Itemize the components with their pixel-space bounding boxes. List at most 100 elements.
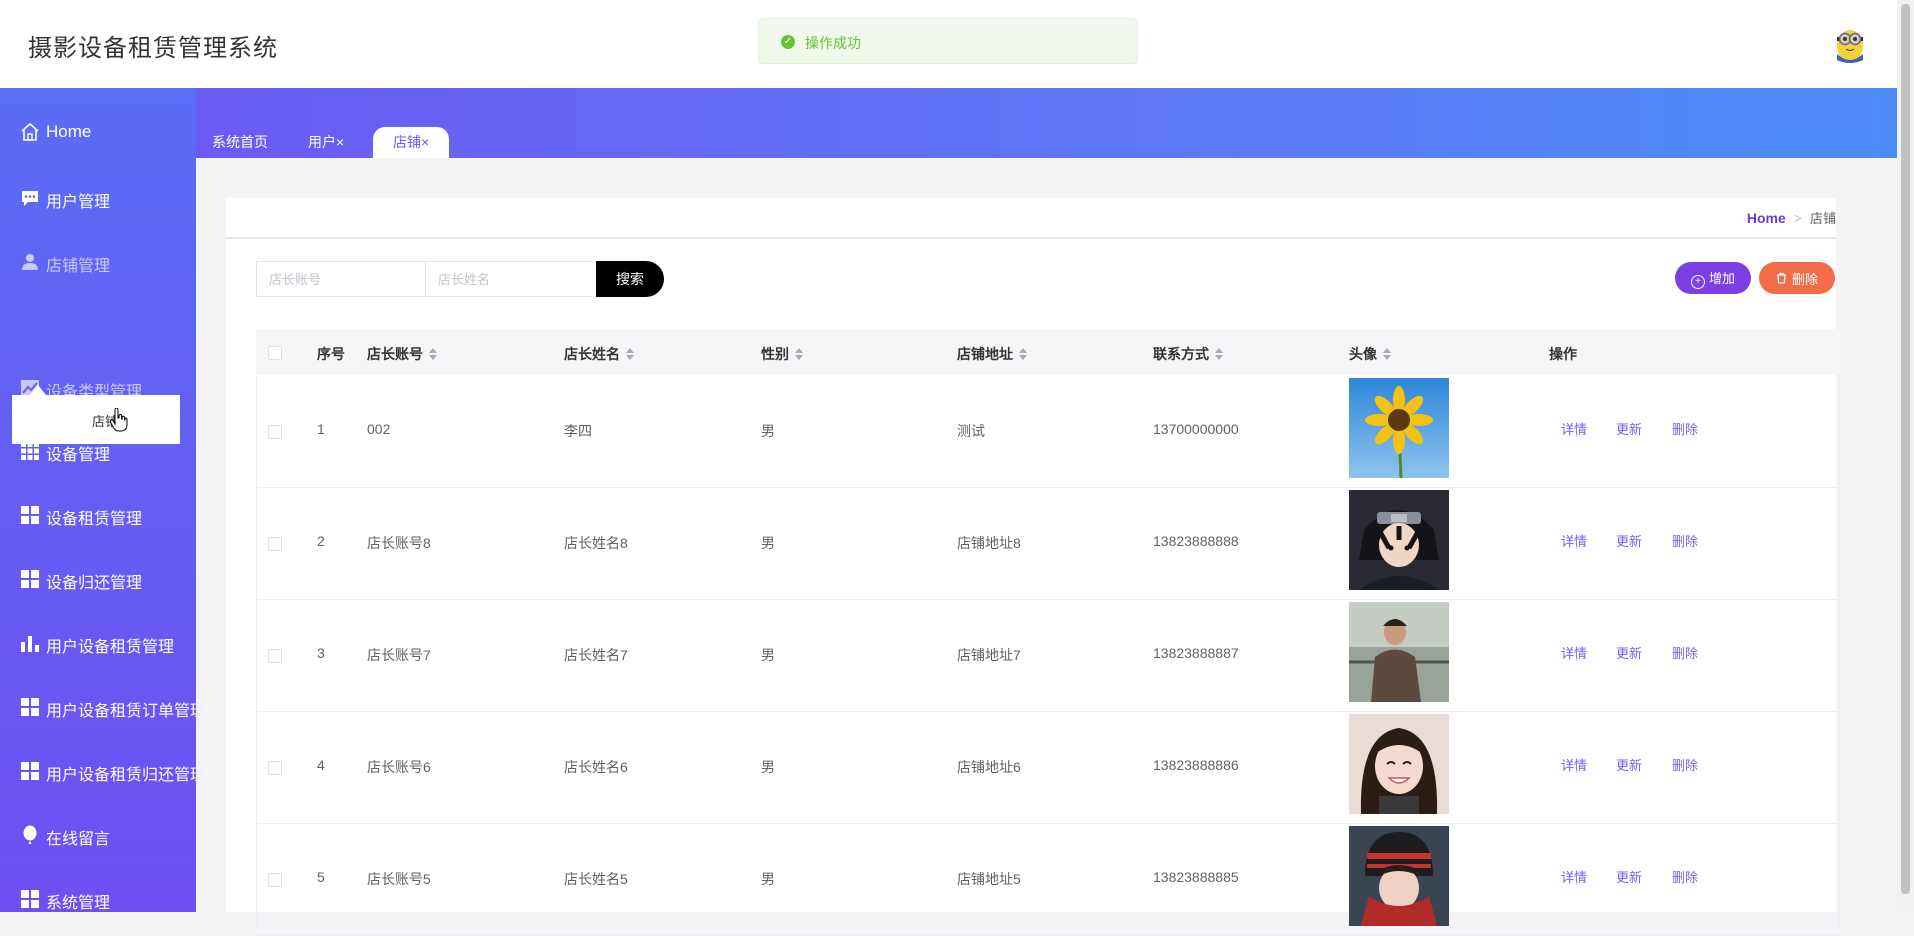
vertical-scrollbar[interactable] [1897, 0, 1914, 912]
sidebar-item-system[interactable]: 系统管理 [0, 879, 196, 912]
tab-users[interactable]: 用户× [308, 127, 344, 158]
sidebar-item-device-rental[interactable]: 设备租赁管理 [0, 495, 196, 535]
tab-shops[interactable]: 店铺× [373, 127, 450, 158]
cell-no: 2 [317, 533, 325, 549]
update-link[interactable]: 更新 [1616, 755, 1642, 774]
select-all-checkbox[interactable] [268, 346, 282, 360]
col-label: 店长姓名 [564, 346, 620, 362]
cell-phone: 13823888887 [1153, 645, 1239, 661]
cell-address: 店铺地址5 [957, 871, 1021, 887]
sidebar-item-device-types[interactable]: 设备类型管理 [0, 368, 196, 408]
breadcrumb-home[interactable]: Home [1747, 210, 1786, 226]
sidebar-item-users[interactable]: 用户管理 [0, 178, 196, 218]
balloon-icon [23, 825, 37, 844]
mouse-cursor-icon [110, 408, 128, 432]
home-icon [21, 122, 39, 141]
sidebar-item-label: 设备租赁管理 [46, 511, 143, 528]
account-search-field[interactable] [256, 261, 426, 297]
avatar-sunflower-image [1349, 378, 1449, 478]
sidebar-item-user-rental[interactable]: 用户设备租赁管理 [0, 623, 196, 663]
detail-link[interactable]: 详情 [1561, 643, 1587, 662]
cell-phone: 13700000000 [1153, 421, 1239, 437]
sidebar-item-label: 店铺管理 [46, 258, 111, 275]
sort-icon[interactable] [429, 348, 437, 360]
close-icon[interactable]: × [421, 134, 429, 150]
cell-gender: 男 [761, 647, 775, 663]
sidebar-item-messages[interactable]: 在线留言 [0, 815, 196, 855]
user-avatar[interactable] [1832, 24, 1868, 64]
check-icon: ✓ [781, 35, 795, 49]
chat-icon [22, 191, 38, 206]
toast-message: 操作成功 [805, 35, 861, 51]
bulk-delete-button[interactable]: 删除 [1759, 262, 1835, 294]
col-label: 联系方式 [1153, 346, 1209, 362]
col-no: 序号 [317, 346, 345, 362]
cell-address: 店铺地址8 [957, 535, 1021, 551]
col-name[interactable]: 店长姓名 [564, 344, 634, 364]
cell-no: 5 [317, 869, 325, 885]
delete-link[interactable]: 删除 [1672, 867, 1698, 886]
close-icon[interactable]: × [336, 134, 344, 150]
table-row: 5 店长账号5 店长姓名5 男 店铺地址5 13823888885 详情 更新 … [256, 823, 1840, 936]
detail-link[interactable]: 详情 [1561, 419, 1587, 438]
sidebar-item-shops[interactable]: 店铺管理 [0, 242, 196, 282]
cell-no: 3 [317, 645, 325, 661]
cell-name: 店长姓名6 [564, 759, 628, 775]
row-checkbox[interactable] [268, 425, 282, 439]
avatar-man-image [1349, 602, 1449, 702]
delete-link[interactable]: 删除 [1672, 531, 1698, 550]
col-phone[interactable]: 联系方式 [1153, 344, 1223, 364]
cell-gender: 男 [761, 871, 775, 887]
row-checkbox[interactable] [268, 537, 282, 551]
sort-icon[interactable] [1383, 348, 1391, 360]
cell-address: 测试 [957, 423, 985, 439]
sidebar-item-user-rental-returns[interactable]: 用户设备租赁归还管理 [0, 751, 196, 791]
row-checkbox[interactable] [268, 649, 282, 663]
col-account[interactable]: 店长账号 [367, 344, 437, 364]
update-link[interactable]: 更新 [1616, 531, 1642, 550]
sidebar-item-label: Home [46, 122, 92, 141]
sort-icon[interactable] [1019, 348, 1027, 360]
sidebar-item-device-return[interactable]: 设备归还管理 [0, 559, 196, 599]
name-search-field[interactable] [425, 261, 597, 297]
tab-home[interactable]: 系统首页 [212, 127, 268, 158]
cell-no: 1 [317, 421, 325, 437]
row-checkbox[interactable] [268, 873, 282, 887]
sidebar-item-user-rental-orders[interactable]: 用户设备租赁订单管理 [0, 687, 196, 727]
table-row: 1 002 李四 男 测试 13700000000 详情 更新 删除 [256, 375, 1840, 488]
sidebar-item-home[interactable]: Home [0, 112, 196, 152]
cell-address: 店铺地址6 [957, 759, 1021, 775]
sidebar-item-label: 用户管理 [46, 194, 111, 211]
avatar-girl-image [1349, 714, 1449, 814]
delete-link[interactable]: 删除 [1672, 755, 1698, 774]
col-address[interactable]: 店铺地址 [957, 344, 1027, 364]
sort-icon[interactable] [1215, 348, 1223, 360]
row-checkbox[interactable] [268, 761, 282, 775]
update-link[interactable]: 更新 [1616, 419, 1642, 438]
name-search-input[interactable] [426, 262, 596, 296]
add-label: 增加 [1708, 270, 1735, 286]
col-avatar[interactable]: 头像 [1349, 344, 1391, 364]
detail-link[interactable]: 详情 [1561, 755, 1587, 774]
account-search-input[interactable] [257, 262, 425, 296]
update-link[interactable]: 更新 [1616, 867, 1642, 886]
delete-link[interactable]: 删除 [1672, 419, 1698, 438]
col-label: 店铺地址 [957, 346, 1013, 362]
tiles-icon [21, 570, 39, 588]
sidebar-item-devices[interactable]: 设备管理 [0, 431, 196, 471]
delete-link[interactable]: 删除 [1672, 643, 1698, 662]
scrollbar-thumb[interactable] [1901, 4, 1910, 894]
search-button[interactable]: 搜索 [596, 261, 664, 297]
update-link[interactable]: 更新 [1616, 643, 1642, 662]
cell-name: 店长姓名5 [564, 871, 628, 887]
trash-icon [1776, 272, 1787, 287]
detail-link[interactable]: 详情 [1561, 531, 1587, 550]
sort-icon[interactable] [795, 348, 803, 360]
add-button[interactable]: + 增加 [1675, 262, 1751, 294]
sort-icon[interactable] [626, 348, 634, 360]
plus-circle-icon: + [1690, 274, 1705, 289]
avatar-anime-image [1349, 490, 1449, 590]
cell-account: 店长账号7 [367, 647, 431, 663]
col-gender[interactable]: 性别 [761, 344, 803, 364]
detail-link[interactable]: 详情 [1561, 867, 1587, 886]
